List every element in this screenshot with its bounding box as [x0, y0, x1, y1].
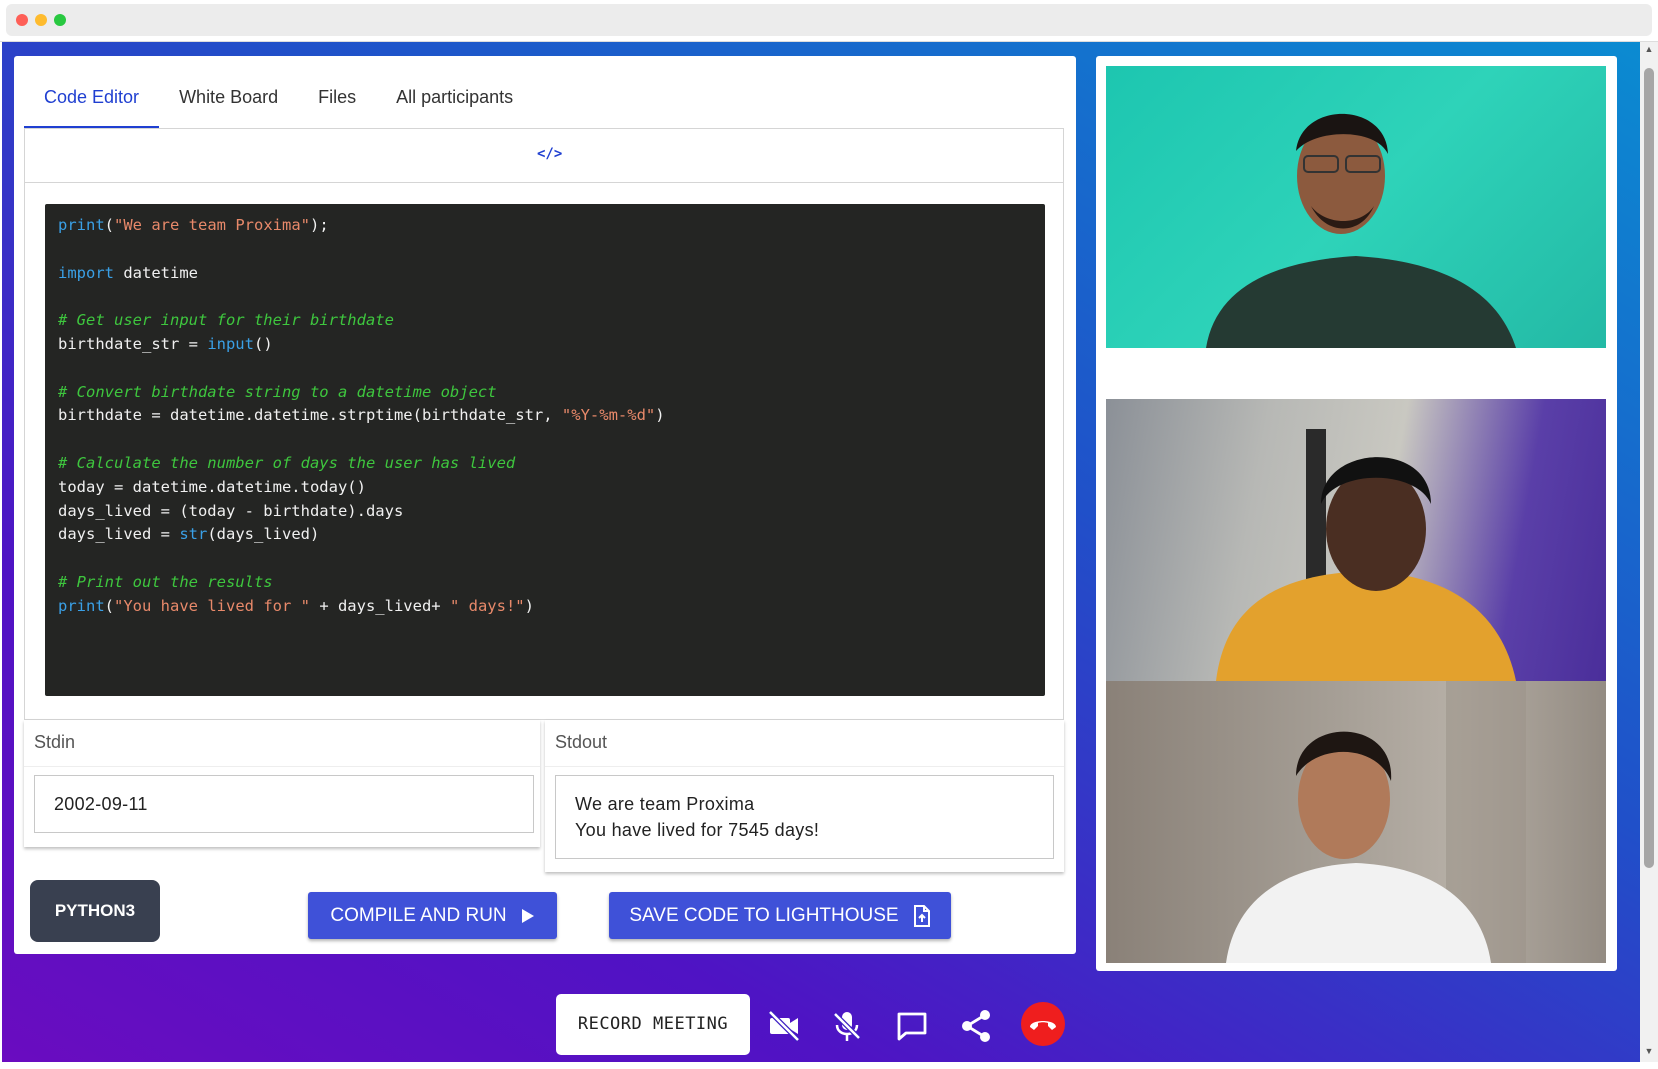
- window-maximize-button[interactable]: [54, 14, 66, 26]
- code-token: ): [524, 596, 534, 615]
- code-token: (days_lived): [207, 525, 320, 544]
- code-token: );: [309, 216, 329, 234]
- tab-code-editor[interactable]: Code Editor: [24, 70, 160, 128]
- code-line: # Get user input for their birthdate: [58, 309, 1032, 333]
- code-token: # Calculate the number of days the user …: [58, 453, 516, 472]
- save-code-button[interactable]: SAVE CODE TO LIGHTHOUSE: [609, 892, 951, 939]
- code-line: birthdate_str = input(): [58, 333, 1032, 357]
- stdin-label: Stdin: [34, 732, 76, 752]
- code-token: (): [253, 334, 273, 353]
- participant-3-image: [1226, 681, 1526, 963]
- code-token: birthdate = datetime.datetime.strptime(b…: [58, 406, 562, 425]
- code-token: "We are team Proxima": [114, 216, 310, 234]
- code-token: datetime: [114, 263, 198, 282]
- file-upload-icon: [913, 904, 930, 927]
- code-token: "%Y-%m-%d": [561, 406, 656, 425]
- code-token: today = datetime.datetime.today(): [58, 477, 366, 496]
- code-line: days_lived = str(days_lived): [58, 523, 1032, 547]
- end-call-button[interactable]: [1021, 1002, 1065, 1046]
- code-line: # Calculate the number of days the user …: [58, 452, 1032, 476]
- code-token: days_lived = (today - birthdate).days: [58, 501, 404, 520]
- code-line: print("We are team Proxima");: [58, 214, 1032, 238]
- record-meeting-button[interactable]: RECORD MEETING: [556, 994, 750, 1055]
- chat-icon[interactable]: [892, 1006, 932, 1046]
- bottom-strip: [0, 1062, 1658, 1069]
- code-line: # Print out the results: [58, 571, 1032, 595]
- video-off-icon[interactable]: [764, 1006, 804, 1046]
- code-token: (: [104, 596, 115, 615]
- participant-video-3[interactable]: [1106, 681, 1606, 963]
- code-editor[interactable]: print("We are team Proxima"); import dat…: [45, 204, 1045, 696]
- code-token: days_lived =: [58, 525, 180, 544]
- stdout-divider: [545, 766, 1064, 767]
- code-token: ): [655, 406, 665, 425]
- window-minimize-button[interactable]: [35, 14, 47, 26]
- code-line: birthdate = datetime.datetime.strptime(b…: [58, 404, 1032, 428]
- code-line: today = datetime.datetime.today(): [58, 476, 1032, 500]
- code-token: # Print out the results: [58, 572, 273, 591]
- code-token: (: [104, 216, 115, 234]
- browser-title-bar: [6, 4, 1652, 36]
- mic-off-icon[interactable]: [827, 1006, 867, 1046]
- code-token: print: [58, 596, 105, 615]
- code-token: + days_lived+: [309, 596, 450, 615]
- page-scrollbar[interactable]: ▲ ▼: [1640, 42, 1658, 1062]
- save-code-label: SAVE CODE TO LIGHTHOUSE: [629, 904, 899, 926]
- code-token: import: [58, 263, 114, 282]
- stdout-line: We are team Proxima: [575, 794, 755, 814]
- code-token: birthdate_str =: [58, 334, 208, 353]
- code-editor-container: </> print("We are team Proxima"); import…: [24, 128, 1064, 720]
- compile-and-run-label: COMPILE AND RUN: [330, 904, 507, 926]
- code-token: # Convert birthdate string to a datetime…: [58, 382, 497, 401]
- stdout-output: We are team Proxima You have lived for 7…: [555, 775, 1054, 859]
- stdout-line: You have lived for 7545 days!: [575, 820, 820, 840]
- code-token: print: [58, 216, 105, 234]
- browser-chrome: [0, 0, 1658, 42]
- scroll-down-icon[interactable]: ▼: [1644, 1046, 1654, 1056]
- tab-all-participants[interactable]: All participants: [376, 70, 533, 128]
- code-token: # Get user input for their birthdate: [58, 311, 394, 330]
- participant-video-panel: [1096, 56, 1617, 971]
- participant-2-image: [1216, 429, 1516, 681]
- code-line: # Convert birthdate string to a datetime…: [58, 381, 1032, 405]
- code-token: "You have lived for ": [114, 596, 310, 615]
- tab-white-board[interactable]: White Board: [159, 70, 298, 128]
- stdout-card: Stdout We are team Proxima You have live…: [545, 720, 1064, 872]
- participant-video-2[interactable]: [1106, 399, 1606, 681]
- editor-panel: Code Editor White Board Files All partic…: [14, 56, 1076, 954]
- stdout-label: Stdout: [555, 732, 608, 752]
- code-line: import datetime: [58, 262, 1032, 286]
- window-close-button[interactable]: [16, 14, 28, 26]
- code-token: " days!": [449, 596, 525, 615]
- participant-1-image: [1206, 113, 1516, 348]
- share-icon[interactable]: [956, 1006, 996, 1046]
- stdin-card: Stdin 2002-09-11: [24, 720, 540, 847]
- tab-bar: Code Editor White Board Files All partic…: [24, 70, 533, 128]
- scroll-up-icon[interactable]: ▲: [1644, 44, 1654, 54]
- scrollbar-thumb[interactable]: [1644, 68, 1654, 868]
- code-line: days_lived = (today - birthdate).days: [58, 500, 1032, 524]
- tab-files[interactable]: Files: [298, 70, 376, 128]
- toolbar-divider: [25, 182, 1063, 183]
- end-call-icon: [1030, 1021, 1056, 1030]
- language-select-button[interactable]: PYTHON3: [30, 880, 160, 942]
- code-line: print("You have lived for " + days_lived…: [58, 595, 1032, 619]
- stdin-input[interactable]: 2002-09-11: [34, 775, 534, 833]
- play-icon: [521, 908, 534, 923]
- compile-and-run-button[interactable]: COMPILE AND RUN: [308, 892, 557, 939]
- code-token: str: [179, 525, 208, 544]
- participant-video-1[interactable]: [1106, 66, 1606, 348]
- code-token: input: [207, 334, 254, 353]
- code-view-icon[interactable]: </>: [537, 146, 562, 162]
- stdin-divider: [24, 766, 540, 767]
- meeting-controls: RECORD MEETING: [0, 988, 1640, 1058]
